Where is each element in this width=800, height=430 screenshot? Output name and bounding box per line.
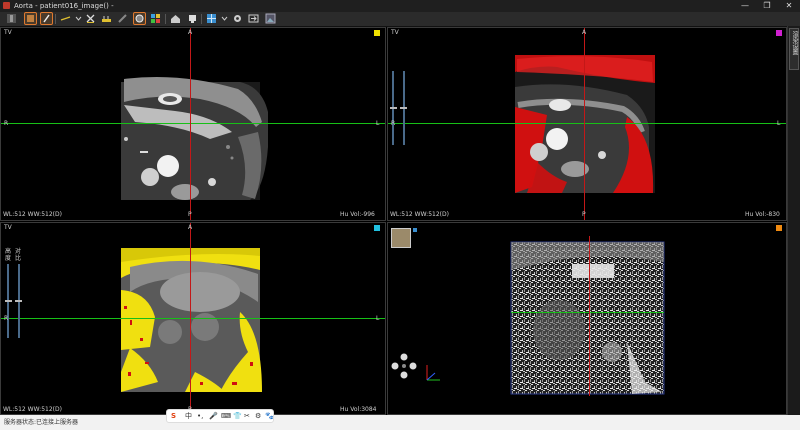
pan-tool-icon[interactable] xyxy=(6,13,17,24)
close-button[interactable]: ✕ xyxy=(778,0,800,12)
minimize-button[interactable]: — xyxy=(734,0,756,12)
window-title: Aorta - patient016_image() - xyxy=(14,2,114,10)
window-level-tool-icon[interactable] xyxy=(24,12,37,25)
grid-layout-icon[interactable] xyxy=(206,13,217,24)
title-bar: Aorta - patient016_image() - — ❐ ✕ xyxy=(0,0,800,12)
toolbar xyxy=(0,12,800,27)
side-panel: 渲染设置 xyxy=(787,26,800,415)
sogou-logo-icon[interactable]: S xyxy=(171,411,176,422)
ime-mode-toggle[interactable]: 中 xyxy=(185,411,192,422)
ime-toolbar[interactable]: S 中 •, 🎤 ⌨ 👕 ✂ ⚙ 🐾 xyxy=(166,409,274,423)
export-icon[interactable] xyxy=(248,13,259,24)
app-logo-icon xyxy=(3,2,10,9)
restore-button[interactable]: ❐ xyxy=(756,0,778,12)
keyboard-icon[interactable]: ⌨ xyxy=(221,411,231,422)
brush-tool-icon[interactable] xyxy=(117,13,128,24)
dropdown-arrow-icon[interactable] xyxy=(219,13,230,24)
measure-line-icon[interactable] xyxy=(60,13,71,24)
render-settings-tab[interactable]: 渲染设置 xyxy=(789,28,799,70)
ime-settings-icon[interactable]: ⚙ xyxy=(255,411,261,422)
pencil-tool-icon[interactable] xyxy=(40,12,53,25)
status-bar: 服务器状态: 已连接上服务器 xyxy=(0,415,800,430)
server-status-value: 已连接上服务器 xyxy=(36,419,79,426)
skin-icon[interactable]: 👕 xyxy=(233,411,242,422)
threshold-tool-icon[interactable] xyxy=(133,12,146,25)
chevron-down-icon[interactable] xyxy=(73,13,84,24)
house-icon[interactable] xyxy=(170,13,181,24)
flag-icon[interactable] xyxy=(187,13,198,24)
tool-icon[interactable]: ✂ xyxy=(244,411,250,422)
mascot-icon[interactable]: 🐾 xyxy=(265,411,274,422)
microphone-icon[interactable]: 🎤 xyxy=(209,411,218,422)
color-map-icon[interactable] xyxy=(150,13,161,24)
screenshot-icon[interactable] xyxy=(265,13,276,24)
punctuation-icon[interactable]: •, xyxy=(197,411,203,422)
gear-icon[interactable] xyxy=(232,13,243,24)
delete-annotation-icon[interactable] xyxy=(85,13,96,24)
server-status-label: 服务器状态: xyxy=(4,419,37,426)
ruler-measure-icon[interactable] xyxy=(101,13,112,24)
